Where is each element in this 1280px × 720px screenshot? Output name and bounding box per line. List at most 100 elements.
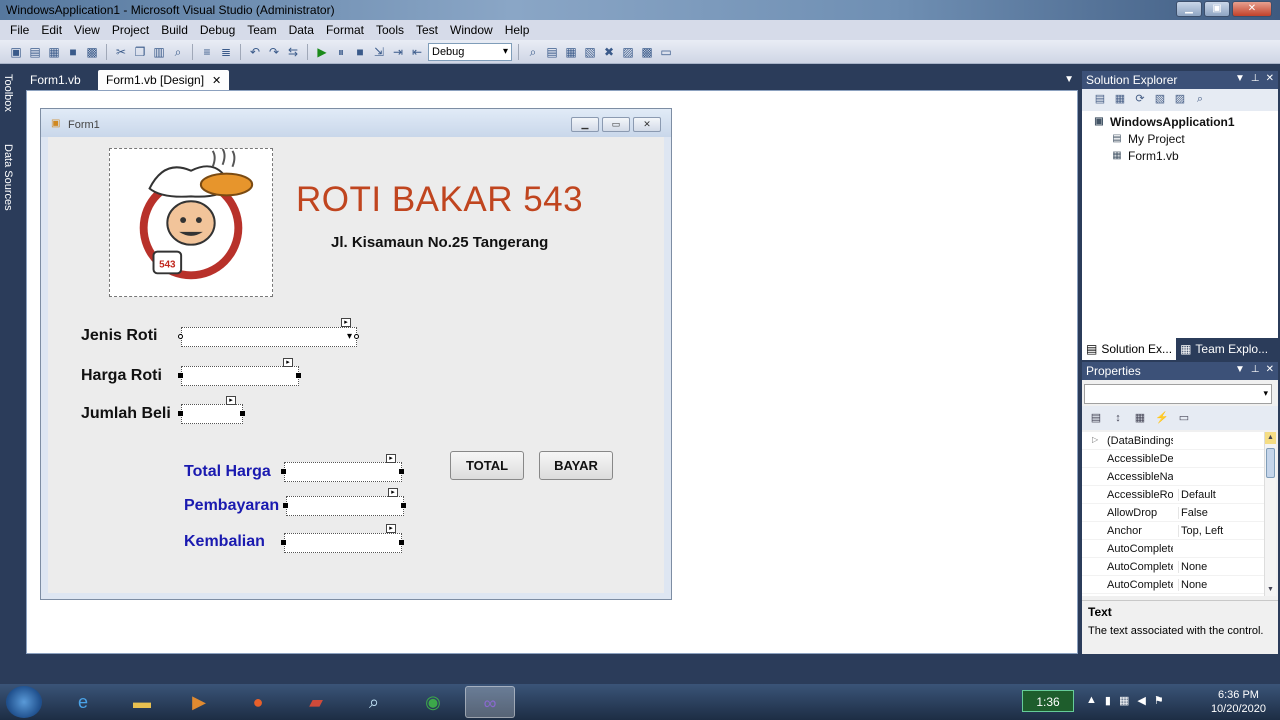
view-code-icon[interactable]: ▧ xyxy=(1152,92,1168,106)
expand-icon[interactable]: ▷ xyxy=(1092,435,1098,444)
ie-icon[interactable]: e xyxy=(58,686,108,718)
property-value[interactable]: Top, Left xyxy=(1178,525,1262,537)
clock[interactable]: 6:36 PM 10/20/2020 xyxy=(1211,688,1266,716)
menu-test[interactable]: Test xyxy=(410,23,444,37)
find-in-files-icon[interactable]: ⌕ xyxy=(525,44,541,60)
properties-icon[interactable]: ▦ xyxy=(563,44,579,60)
menu-file[interactable]: File xyxy=(4,23,35,37)
smart-tag-icon[interactable]: ▸ xyxy=(341,318,351,327)
uncomment-icon[interactable]: ≣ xyxy=(218,44,234,60)
bayar-button[interactable]: BAYAR xyxy=(539,451,613,480)
property-row[interactable]: AccessibleName xyxy=(1082,468,1264,486)
redo-icon[interactable]: ↷ xyxy=(266,44,282,60)
form-minimize-button[interactable]: ▁ xyxy=(571,117,599,132)
resize-handle[interactable] xyxy=(178,411,183,416)
copy-icon[interactable]: ❐ xyxy=(132,44,148,60)
tree-my-project-node[interactable]: ▤ My Project xyxy=(1110,132,1184,146)
start-page-icon[interactable]: ▨ xyxy=(620,44,636,60)
menu-window[interactable]: Window xyxy=(444,23,499,37)
resize-handle[interactable] xyxy=(399,540,404,545)
solution-explorer-icon[interactable]: ▤ xyxy=(544,44,560,60)
total-harga-textbox[interactable] xyxy=(284,462,402,482)
jumlah-beli-textbox[interactable] xyxy=(181,404,243,424)
property-row[interactable]: Anchor Top, Left xyxy=(1082,522,1264,540)
jenis-roti-combobox[interactable]: ▾ xyxy=(181,327,357,347)
menu-project[interactable]: Project xyxy=(106,23,155,37)
property-value[interactable]: False xyxy=(1178,507,1262,519)
tab-form1-design[interactable]: Form1.vb [Design] ✕ xyxy=(98,70,230,90)
toolbox-tab[interactable]: Toolbox xyxy=(2,74,14,112)
resize-handle[interactable] xyxy=(296,373,301,378)
property-grid-scrollbar[interactable]: ▲ ▼ xyxy=(1264,432,1276,596)
scroll-down-icon[interactable]: ▼ xyxy=(1265,584,1276,596)
property-row[interactable]: AutoCompleteMode None xyxy=(1082,558,1264,576)
pin-icon[interactable]: ⊥ xyxy=(1251,73,1260,84)
resize-handle[interactable] xyxy=(281,469,286,474)
refresh-icon[interactable]: ⟳ xyxy=(1132,92,1148,106)
resize-handle[interactable] xyxy=(354,334,359,339)
menu-format[interactable]: Format xyxy=(320,23,370,37)
step-over-icon[interactable]: ⇥ xyxy=(390,44,406,60)
battery-icon[interactable]: ▮ xyxy=(1105,694,1111,707)
close-icon[interactable]: ✕ xyxy=(1266,364,1274,375)
smart-tag-icon[interactable]: ▸ xyxy=(388,488,398,497)
resize-handle[interactable] xyxy=(399,469,404,474)
comment-icon[interactable]: ≡ xyxy=(199,44,215,60)
resize-handle[interactable] xyxy=(283,503,288,508)
scroll-up-icon[interactable]: ▲ xyxy=(1265,432,1276,444)
save-all-icon[interactable]: ▩ xyxy=(84,44,100,60)
resize-handle[interactable] xyxy=(401,503,406,508)
harga-roti-textbox[interactable] xyxy=(181,366,299,386)
object-selector-combobox[interactable] xyxy=(1084,384,1272,404)
property-value[interactable]: Default xyxy=(1178,489,1262,501)
menu-tools[interactable]: Tools xyxy=(370,23,410,37)
form-close-button[interactable]: ✕ xyxy=(633,117,661,132)
close-button[interactable]: ✕ xyxy=(1232,1,1272,17)
property-row[interactable]: AccessibleDescription xyxy=(1082,450,1264,468)
undo-icon[interactable]: ↶ xyxy=(247,44,263,60)
toolbox-icon[interactable]: ✖ xyxy=(601,44,617,60)
tab-form1-code[interactable]: Form1.vb xyxy=(22,70,89,90)
chrome-icon[interactable]: ◉ xyxy=(408,686,458,718)
navigate-icon[interactable]: ⇆ xyxy=(285,44,301,60)
menu-debug[interactable]: Debug xyxy=(194,23,241,37)
menu-team[interactable]: Team xyxy=(241,23,282,37)
extension-icon[interactable]: ▩ xyxy=(639,44,655,60)
media-player-icon[interactable]: ▶ xyxy=(174,686,224,718)
cut-icon[interactable]: ✂ xyxy=(113,44,129,60)
add-item-icon[interactable]: ▦ xyxy=(46,44,62,60)
network-icon[interactable]: ▦ xyxy=(1119,694,1129,707)
show-all-files-icon[interactable]: ▦ xyxy=(1112,92,1128,106)
property-row[interactable]: AutoCompleteSource None xyxy=(1082,576,1264,594)
pin-icon[interactable]: ⊥ xyxy=(1251,364,1260,375)
show-hidden-icons-icon[interactable]: ▲ xyxy=(1086,694,1097,707)
chevron-down-icon[interactable]: ▾ xyxy=(347,331,352,342)
kembalian-textbox[interactable] xyxy=(284,533,402,553)
smart-tag-icon[interactable]: ▸ xyxy=(283,358,293,367)
notification-icon[interactable]: ⚑ xyxy=(1154,694,1164,707)
menu-help[interactable]: Help xyxy=(499,23,536,37)
smart-tag-icon[interactable]: ▸ xyxy=(386,524,396,533)
resize-handle[interactable] xyxy=(281,540,286,545)
tab-solution-explorer[interactable]: ▤ Solution Ex... xyxy=(1082,338,1177,360)
properties-icon[interactable]: ▤ xyxy=(1092,92,1108,106)
property-row[interactable]: AccessibleRole Default xyxy=(1082,486,1264,504)
menu-data[interactable]: Data xyxy=(283,23,320,37)
logo-picturebox[interactable]: 543 Kedai Roti Bakar xyxy=(109,148,273,304)
data-sources-tab[interactable]: Data Sources xyxy=(2,144,14,211)
total-button[interactable]: TOTAL xyxy=(450,451,524,480)
tab-team-explorer[interactable]: ▦ Team Explo... xyxy=(1176,338,1272,360)
maximize-button[interactable]: ▣ xyxy=(1204,1,1230,17)
smart-tag-icon[interactable]: ▸ xyxy=(386,454,396,463)
menu-view[interactable]: View xyxy=(68,23,106,37)
save-icon[interactable]: ■ xyxy=(65,44,81,60)
visual-studio-icon[interactable]: ∞ xyxy=(465,686,515,718)
smart-tag-icon[interactable]: ▸ xyxy=(226,396,236,405)
search-app-icon[interactable]: ⌕ xyxy=(349,686,399,718)
close-tab-icon[interactable]: ✕ xyxy=(212,75,221,87)
class-diagram-icon[interactable]: ⌕ xyxy=(1192,92,1208,106)
stop-icon[interactable]: ■ xyxy=(352,44,368,60)
new-project-icon[interactable]: ▣ xyxy=(8,44,24,60)
start-button[interactable] xyxy=(6,686,42,718)
dropdown-icon[interactable]: ▼ xyxy=(1235,73,1245,84)
